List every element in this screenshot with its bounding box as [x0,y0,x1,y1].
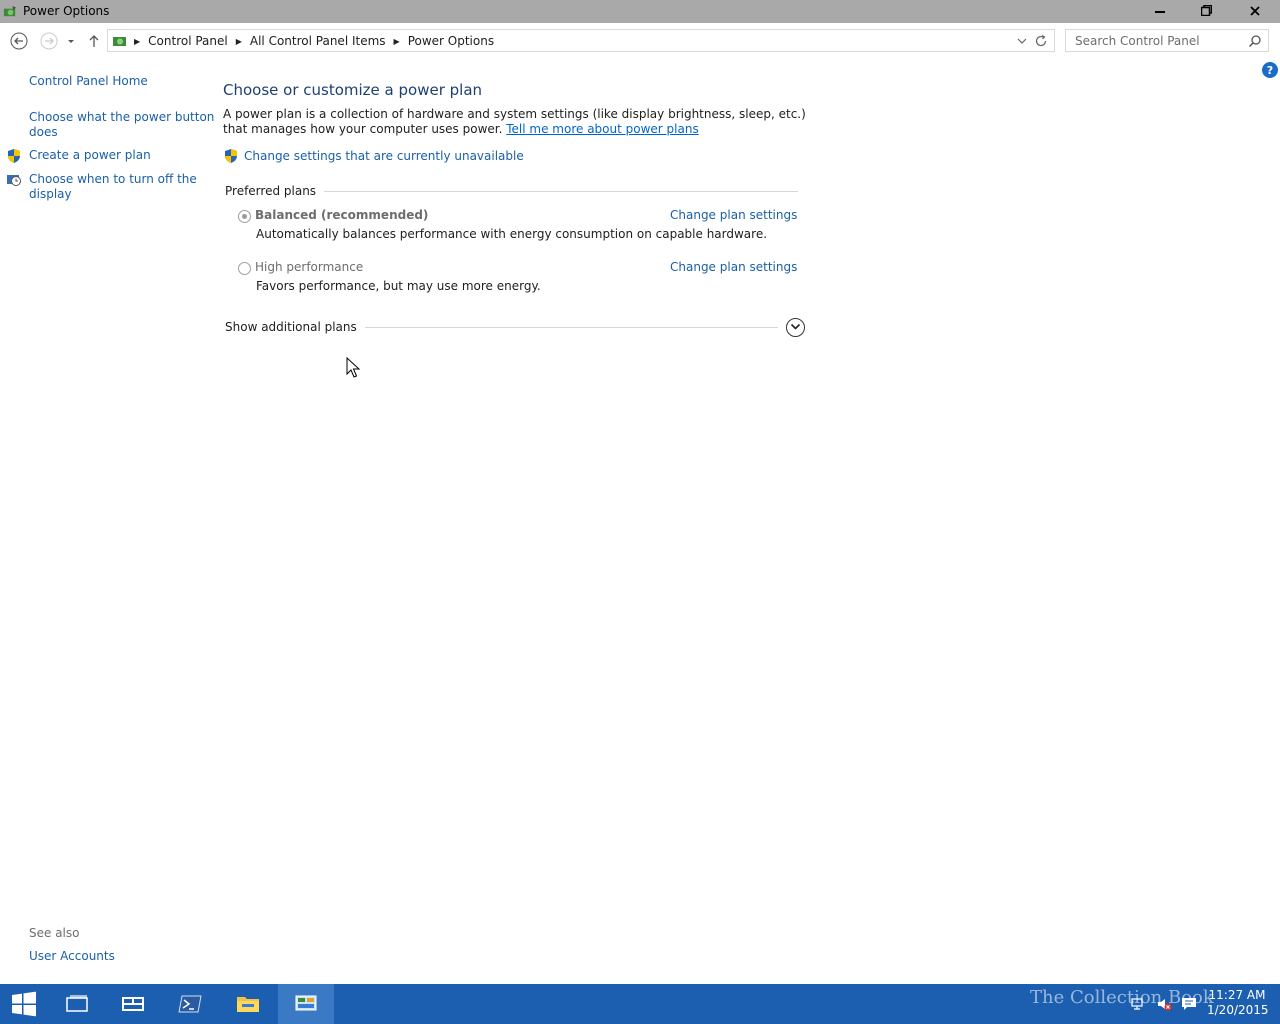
additional-plans-label: Show additional plans [225,320,357,334]
clock-date: 1/20/2015 [1207,1003,1269,1017]
preferred-plans-label: Preferred plans [225,184,317,198]
powershell-button[interactable] [162,984,218,1024]
sidebar-item-label: display [29,187,72,201]
breadcrumb-separator-icon[interactable]: ▶ [394,37,400,46]
address-bar[interactable]: ▶ Control Panel ▶ All Control Panel Item… [107,29,1055,52]
power-options-icon [3,5,17,17]
forward-arrow-icon [40,32,58,50]
navigation-bar: ▶ Control Panel ▶ All Control Panel Item… [0,23,1280,59]
control-panel-taskbar-button[interactable] [278,984,334,1024]
expand-chevron-icon[interactable] [786,317,805,337]
see-also-heading: See also [29,926,80,940]
breadcrumb-power-options[interactable]: Power Options [408,34,494,48]
chevron-down-icon [68,40,74,43]
page-title: Choose or customize a power plan [223,81,483,99]
search-placeholder: Search Control Panel [1075,34,1200,48]
network-icon[interactable] [1130,996,1146,1012]
sidebar-item-create-plan[interactable]: Create a power plan [29,148,151,163]
uac-shield-icon [225,149,237,163]
breadcrumb-separator-icon[interactable]: ▶ [236,37,242,46]
plan-description: Favors performance, but may use more ene… [256,279,541,293]
powershell-icon [178,995,202,1013]
change-unavailable-settings[interactable]: Change settings that are currently unava… [223,148,524,164]
file-explorer-button[interactable] [220,984,276,1024]
server-manager-button[interactable] [105,984,161,1024]
forward-button[interactable] [39,31,59,51]
plan-description: Automatically balances performance with … [256,227,768,241]
display-timer-icon [7,175,21,186]
refresh-icon[interactable] [1033,33,1049,49]
plan-high-performance-radio[interactable] [238,262,251,275]
taskbar-clock[interactable]: 11:27 AM 1/20/2015 [1207,988,1269,1018]
sidebar-item-label: does [29,125,58,139]
page-description: A power plan is a collection of hardware… [223,107,813,137]
divider [364,326,778,328]
change-unavailable-label: Change settings that are currently unava… [244,149,524,163]
server-manager-icon [122,997,144,1011]
action-center-icon[interactable] [1181,996,1197,1012]
sidebar-item-label: Choose when to turn off the [29,172,197,186]
sidebar-item-power-button[interactable]: Choose what the power button does [29,110,214,140]
back-button[interactable] [9,31,29,51]
search-icon[interactable] [1248,34,1262,48]
clock-time: 11:27 AM [1208,988,1266,1002]
preferred-plans-header: Preferred plans [225,183,798,199]
mouse-cursor-icon [346,357,360,378]
plan-high-performance: High performance Change plan settings Fa… [238,260,798,296]
restore-button[interactable] [1183,0,1229,21]
change-plan-settings-link[interactable]: Change plan settings [670,260,797,274]
taskbar: The Collection Book 11:27 AM 1/20/2015 [0,984,1280,1024]
breadcrumb-separator-icon[interactable]: ▶ [134,37,140,46]
breadcrumb-all-items[interactable]: All Control Panel Items [250,34,386,48]
windows-logo-icon [12,991,36,1017]
divider [324,190,798,192]
change-plan-settings-link[interactable]: Change plan settings [670,208,797,222]
learn-more-link[interactable]: Tell me more about power plans [506,122,698,136]
breadcrumb-control-panel[interactable]: Control Panel [148,34,228,48]
recent-locations-button[interactable] [62,31,80,51]
close-button[interactable] [1229,0,1280,21]
task-view-icon [66,995,88,1012]
window-title: Power Options [23,4,110,18]
volume-muted-icon[interactable] [1156,996,1172,1012]
minimize-button[interactable] [1137,0,1183,21]
up-arrow-icon [89,35,99,47]
user-accounts-link[interactable]: User Accounts [29,949,115,963]
show-additional-plans[interactable]: Show additional plans [225,317,805,337]
sidebar-item-display-off[interactable]: Choose when to turn off the display [29,172,197,202]
plan-balanced-radio[interactable] [238,210,251,223]
search-box[interactable]: Search Control Panel [1065,29,1269,52]
sidebar-control-panel-home[interactable]: Control Panel Home [29,74,148,89]
up-button[interactable] [84,31,104,51]
uac-shield-icon [8,149,20,163]
help-button[interactable]: ? [1262,62,1278,78]
address-dropdown-icon[interactable] [1016,34,1028,48]
breadcrumb: ▶ Control Panel ▶ All Control Panel Item… [134,34,494,48]
sidebar-item-label: Choose what the power button [29,110,215,124]
plan-balanced: Balanced (recommended) Change plan setti… [238,208,798,244]
plan-name[interactable]: High performance [255,260,363,274]
title-bar: Power Options [0,0,1280,23]
start-button[interactable] [0,984,48,1024]
folder-icon [237,997,259,1012]
control-panel-icon [113,37,126,46]
task-view-button[interactable] [49,984,105,1024]
back-arrow-icon [10,32,28,50]
plan-name[interactable]: Balanced (recommended) [255,208,428,222]
control-panel-icon [295,995,317,1011]
